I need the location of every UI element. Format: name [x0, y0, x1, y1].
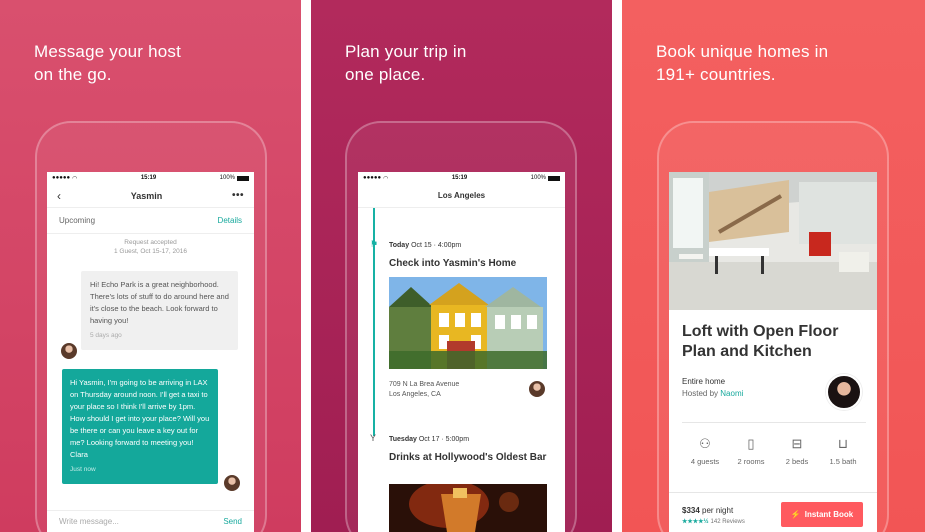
host-name-link[interactable]: Naomi	[720, 389, 743, 398]
review-count[interactable]: 142 Reviews	[711, 519, 745, 525]
details-link[interactable]: Details	[218, 216, 242, 225]
compose-bar: Write message... Send	[47, 510, 254, 532]
amenity-rooms: ▯ 2 rooms	[728, 435, 774, 466]
status-bar: ●●●●● ◠ 15:19 100%	[358, 172, 565, 184]
cocktail-icon: Y	[370, 433, 377, 443]
wifi-icon: ◠	[383, 175, 389, 182]
status-battery: 100%	[219, 175, 235, 181]
panel-headline: Message your host on the go.	[34, 42, 182, 84]
bath-icon: ⊔	[837, 436, 849, 451]
trip-city-title: Los Angeles	[358, 184, 565, 208]
address-line1: 709 N La Brea Avenue	[389, 381, 460, 388]
status-time: 15:19	[140, 175, 157, 181]
amenity-beds: ⊟ 2 beds	[774, 435, 820, 466]
instant-book-label: Instant Book	[804, 510, 854, 519]
host-avatar[interactable]	[60, 342, 78, 360]
listing-rating: ★★★★½ 142 Reviews	[682, 518, 745, 525]
send-button[interactable]: Send	[223, 517, 242, 526]
chat-screen: ●●●●● ◠ 15:19 100% ‹ Yasmin ••• Upcoming…	[47, 172, 254, 532]
lightning-icon: ⚡	[790, 510, 801, 519]
listing-type: Entire home	[682, 377, 726, 386]
event-title[interactable]: Drinks at Hollywood's Oldest Bar	[389, 451, 549, 464]
price-unit: per night	[702, 506, 734, 515]
host-avatar[interactable]	[528, 380, 546, 398]
address-line2: Los Angeles, CA	[389, 391, 441, 398]
incoming-message: Hi! Echo Park is a great neighborhood. T…	[81, 271, 238, 350]
amenity-label: 2 beds	[785, 457, 809, 466]
upcoming-label: Upcoming	[59, 216, 96, 225]
door-icon: ▯	[747, 436, 755, 451]
bar-photo[interactable]	[389, 484, 547, 532]
request-meta: Request accepted 1 Guest, Oct 15-17, 201…	[47, 238, 254, 256]
wifi-icon: ◠	[72, 175, 78, 182]
host-avatar[interactable]	[826, 374, 862, 410]
guest-avatar[interactable]	[223, 474, 241, 492]
outgoing-time: Just now	[70, 466, 96, 473]
panel-headline: Book unique homes in 191+ countries.	[656, 42, 829, 84]
status-battery: 100%	[530, 175, 546, 181]
divider	[682, 422, 866, 423]
divider	[669, 492, 877, 493]
battery-icon	[548, 175, 560, 181]
event-address: 709 N La Brea Avenue Los Angeles, CA	[389, 380, 459, 400]
request-status: Request accepted	[124, 239, 177, 246]
house-photo[interactable]	[389, 277, 547, 369]
amenity-label: 4 guests	[690, 457, 720, 466]
star-icon: ★★★★½	[682, 519, 709, 525]
outgoing-message: Hi Yasmin, I'm going to be arriving in L…	[62, 369, 218, 484]
battery-icon	[237, 175, 249, 181]
listing-screen: Loft with Open Floor Plan and Kitchen En…	[669, 172, 877, 532]
more-icon[interactable]: •••	[232, 190, 244, 201]
chat-header: ‹ Yasmin •••	[47, 184, 254, 208]
incoming-time: 5 days ago	[90, 332, 122, 339]
amenity-bath: ⊔ 1.5 bath	[820, 435, 866, 466]
message-input[interactable]: Write message...	[59, 517, 119, 526]
outgoing-text: Hi Yasmin, I'm going to be arriving in L…	[70, 378, 210, 459]
trip-screen: ●●●●● ◠ 15:19 100% Los Angeles ⚑ Today O…	[358, 172, 565, 532]
home-pin-icon: ⚑	[370, 239, 379, 249]
listing-photo[interactable]	[669, 172, 877, 310]
request-dates: 1 Guest, Oct 15-17, 2016	[114, 248, 187, 255]
price-value: $334	[682, 506, 700, 515]
instant-book-button[interactable]: ⚡ Instant Book	[781, 502, 863, 527]
status-time: 15:19	[451, 175, 468, 181]
chat-title: Yasmin	[130, 190, 163, 201]
amenities-row: ⚇ 4 guests ▯ 2 rooms ⊟ 2 beds ⊔ 1.5 bath	[682, 435, 866, 466]
bed-icon: ⊟	[791, 436, 803, 451]
back-icon[interactable]: ‹	[57, 189, 61, 203]
event-date: Tuesday Oct 17 · 5:00pm	[389, 436, 470, 443]
listing-host: Hosted by Naomi	[682, 389, 744, 398]
listing-price: $334 per night	[682, 506, 733, 515]
signal-icon: ●●●●● ◠	[363, 175, 389, 182]
listing-title: Loft with Open Floor Plan and Kitchen	[682, 323, 839, 360]
incoming-text: Hi! Echo Park is a great neighborhood. T…	[90, 280, 229, 325]
amenity-guests: ⚇ 4 guests	[682, 435, 728, 466]
signal-icon: ●●●●● ◠	[52, 175, 78, 182]
trip-status-row: Upcoming Details	[47, 208, 254, 234]
amenity-label: 1.5 bath	[829, 457, 857, 466]
amenity-label: 2 rooms	[737, 457, 765, 466]
panel-headline: Plan your trip in one place.	[345, 42, 467, 84]
panel-booking: Book unique homes in 191+ countries. Lof…	[622, 0, 925, 532]
event-title[interactable]: Check into Yasmin's Home	[389, 257, 549, 270]
status-bar: ●●●●● ◠ 15:19 100%	[47, 172, 254, 184]
panel-trip-planning: Plan your trip in one place. ●●●●● ◠ 15:…	[311, 0, 612, 532]
guests-icon: ⚇	[699, 436, 711, 451]
panel-messaging: Message your host on the go. ●●●●● ◠ 15:…	[0, 0, 301, 532]
event-date: Today Oct 15 · 4:00pm	[389, 242, 462, 249]
